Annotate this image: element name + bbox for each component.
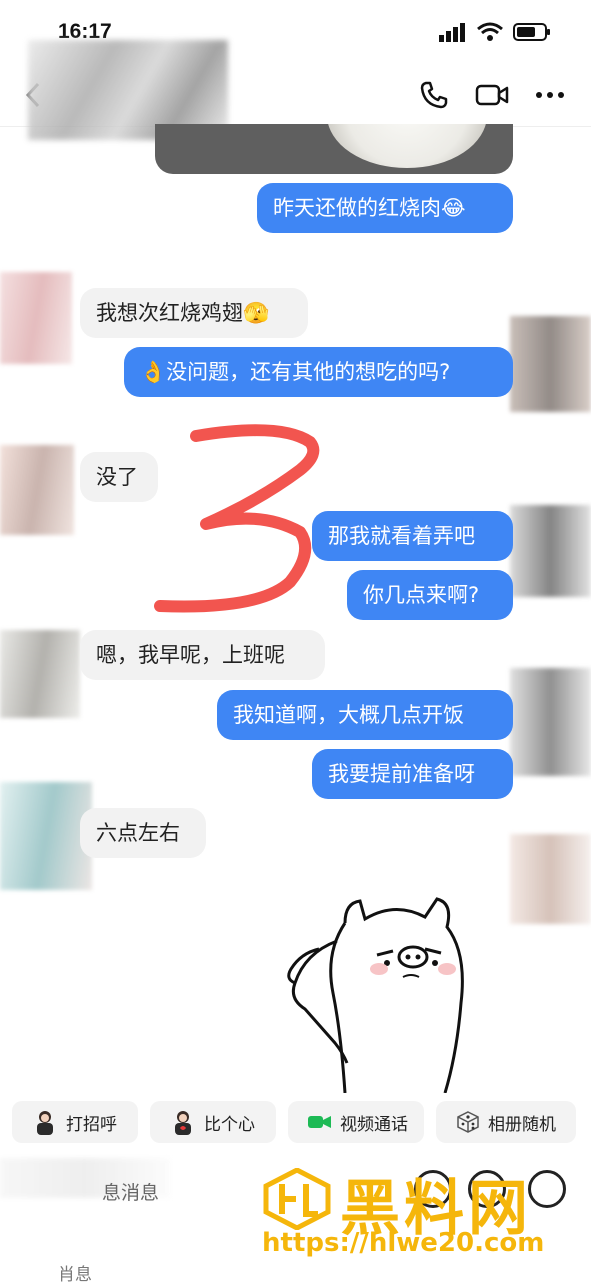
avatar-redacted [510, 668, 591, 776]
wifi-icon [477, 22, 503, 41]
avatar-heart-icon [170, 1109, 196, 1135]
quick-action-label: 比个心 [204, 1114, 255, 1135]
watermark-logo-icon [263, 1168, 331, 1230]
quick-action-label: 相册随机 [488, 1114, 556, 1135]
avatar-redacted [510, 316, 591, 412]
header-actions [417, 80, 567, 110]
received-message[interactable]: 没了 [80, 452, 158, 502]
avatar-redacted [510, 834, 591, 924]
voice-call-icon[interactable] [417, 80, 451, 110]
message-input-second-line: 肖息 [58, 1265, 92, 1285]
watermark-url: https://hlwe20.com [262, 1228, 545, 1258]
battery-icon [513, 23, 550, 41]
sent-message[interactable]: 你几点来啊? [347, 570, 513, 620]
status-icons [439, 22, 551, 42]
avatar-redacted [0, 630, 80, 718]
more-icon[interactable] [533, 80, 567, 110]
video-call-header-icon[interactable] [475, 80, 509, 110]
avatar-redacted [510, 505, 591, 597]
quick-action-video-call[interactable]: 视频通话 [288, 1101, 424, 1143]
image-message[interactable] [155, 124, 513, 174]
quick-actions: 打招呼 比个心 视频通话 相册随机 [12, 1101, 576, 1143]
sent-message[interactable]: 我要提前准备呀 [312, 749, 513, 799]
quick-action-random-album[interactable]: 相册随机 [436, 1101, 576, 1143]
pig-salute-sticker[interactable] [285, 893, 471, 1093]
quick-action-heart[interactable]: 比个心 [150, 1101, 276, 1143]
received-message[interactable]: 六点左右 [80, 808, 206, 858]
watermark: 黑料网 https://hlwe20.com [262, 1164, 584, 1276]
avatar-redacted [0, 445, 74, 535]
handwritten-three-annotation [154, 424, 320, 613]
sent-message[interactable]: 👌没问题，还有其他的想吃的吗? [124, 347, 513, 397]
quick-action-label: 视频通话 [340, 1114, 408, 1135]
received-message[interactable]: 我想次红烧鸡翅🫣 [80, 288, 308, 338]
dice-icon [456, 1109, 480, 1135]
sent-message[interactable]: 那我就看着弄吧 [312, 511, 513, 561]
video-call-icon [308, 1109, 332, 1135]
received-message[interactable]: 嗯，我早呢，上班呢 [80, 630, 325, 680]
signal-icon [439, 23, 465, 42]
avatar-redacted [0, 272, 72, 364]
quick-action-label: 打招呼 [66, 1114, 117, 1135]
sent-message[interactable]: 昨天还做的红烧肉😂 [257, 183, 513, 233]
avatar-redacted [0, 782, 92, 890]
rice-bowl-image [327, 124, 487, 168]
quick-action-greet[interactable]: 打招呼 [12, 1101, 138, 1143]
message-input[interactable]: 息消息 [102, 1178, 159, 1205]
sent-message[interactable]: 我知道啊，大概几点开饭 [217, 690, 513, 740]
avatar-greet-icon [32, 1109, 58, 1135]
